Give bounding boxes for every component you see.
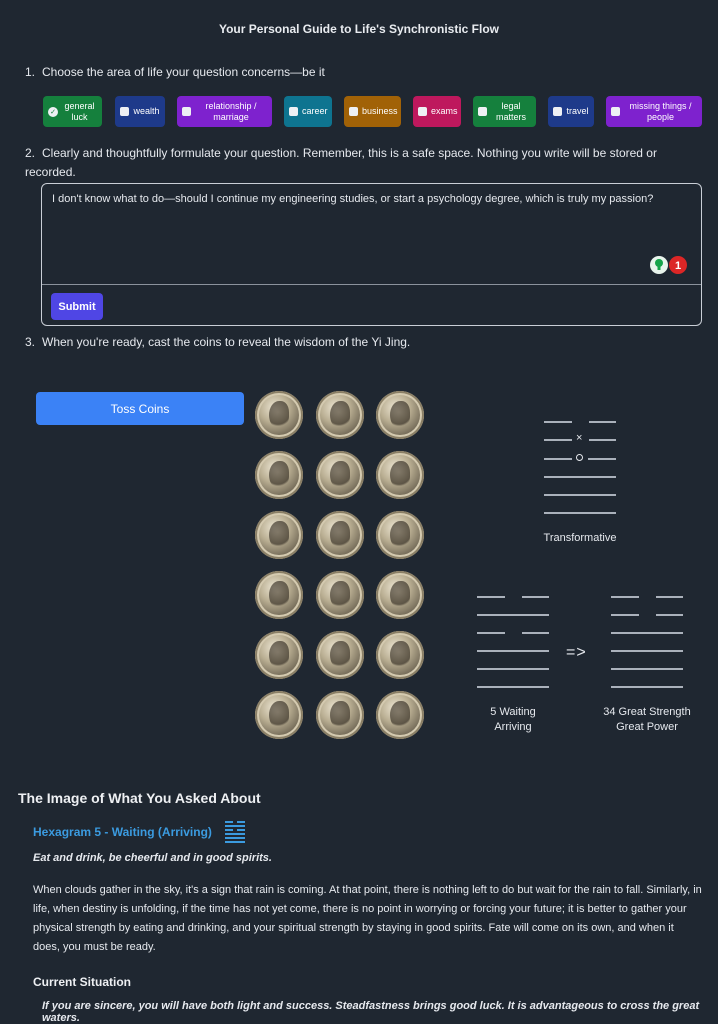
hex-line — [611, 596, 639, 598]
hex-line — [522, 596, 549, 598]
coin — [376, 451, 424, 499]
chip-legal-matters[interactable]: legal matters — [473, 96, 536, 127]
hexagram-title-link[interactable]: Hexagram 5 - Waiting (Arriving) — [33, 825, 212, 839]
coin — [255, 691, 303, 739]
question-textarea[interactable]: I don't know what to do—should I continu… — [52, 193, 672, 205]
hex-line — [544, 512, 616, 514]
cast-hexagram: × — [544, 421, 616, 514]
coin — [316, 571, 364, 619]
hex-line — [588, 458, 616, 460]
coin — [316, 691, 364, 739]
hex-line — [611, 650, 683, 652]
hex-line — [477, 614, 549, 616]
chip-relationship-marriage[interactable]: relationship / marriage — [177, 96, 272, 127]
hex-line — [611, 632, 683, 634]
chip-travel[interactable]: travel — [548, 96, 594, 127]
coin — [316, 631, 364, 679]
checkbox-icon — [289, 107, 298, 116]
chip-exams[interactable]: exams — [413, 96, 461, 127]
hex-line — [611, 668, 683, 670]
transform-arrow: => — [566, 644, 587, 661]
hex-line — [477, 668, 549, 670]
hexagram-icon — [225, 821, 245, 843]
hex-line — [656, 596, 683, 598]
toss-coins-button[interactable]: Toss Coins — [36, 392, 244, 425]
hex-line — [477, 596, 505, 598]
changing-yang-mark-icon — [576, 454, 583, 461]
divider — [42, 284, 701, 285]
coin — [316, 511, 364, 559]
hex-line — [477, 632, 505, 634]
hexagram-to — [611, 596, 683, 688]
hex-line — [477, 650, 549, 652]
current-situation-text: If you are sincere, you will have both l… — [42, 1000, 700, 1024]
checkbox-icon — [349, 107, 358, 116]
chip-wealth[interactable]: wealth — [115, 96, 165, 127]
coin — [376, 391, 424, 439]
checkbox-icon — [120, 107, 129, 116]
hex-line — [544, 421, 572, 423]
checkbox-icon — [418, 107, 427, 116]
coin — [376, 511, 424, 559]
step-1: 1. Choose the area of life your question … — [25, 65, 325, 79]
coin — [376, 691, 424, 739]
hex-line — [477, 686, 549, 688]
step-2: 2. Clearly and thoughtfully formulate you… — [25, 146, 657, 179]
checkbox-icon — [182, 107, 191, 116]
hex-line — [611, 614, 639, 616]
check-icon: ✓ — [48, 106, 58, 117]
chip-career[interactable]: career — [284, 96, 332, 127]
grammar-assistant-badge[interactable]: 1 — [649, 255, 689, 275]
hex-line — [656, 614, 683, 616]
hex-line — [544, 476, 616, 478]
current-situation-heading: Current Situation — [33, 975, 131, 989]
checkbox-icon — [553, 107, 562, 116]
coin — [255, 451, 303, 499]
coin — [255, 511, 303, 559]
chip-missing-things-people[interactable]: missing things / people — [606, 96, 702, 127]
submit-button[interactable]: Submit — [51, 293, 103, 320]
page-title: Your Personal Guide to Life's Synchronis… — [218, 22, 499, 36]
hex-line — [544, 494, 616, 496]
chip-business[interactable]: business — [344, 96, 401, 127]
hex-line — [522, 632, 549, 634]
question-box: I don't know what to do—should I continu… — [41, 183, 702, 326]
coin — [316, 451, 364, 499]
hexagram-to-label: 34 Great Strength Great Power — [603, 706, 691, 733]
coin — [316, 391, 364, 439]
checkbox-icon — [611, 107, 620, 116]
chip-general-luck[interactable]: ✓ general luck — [43, 96, 102, 127]
step-3: 3. When you're ready, cast the coins to r… — [25, 335, 411, 349]
coin — [255, 631, 303, 679]
badge-count: 1 — [675, 260, 681, 272]
coin — [376, 631, 424, 679]
coin — [255, 571, 303, 619]
cast-hexagram-label: Transformative — [543, 532, 617, 544]
reading-heading: The Image of What You Asked About — [18, 790, 261, 806]
hexagram-motto: Eat and drink, be cheerful and in good s… — [33, 852, 272, 864]
coin — [255, 391, 303, 439]
hexagram-from — [477, 596, 549, 688]
coin — [376, 571, 424, 619]
hex-line — [589, 439, 616, 441]
reading-paragraph: When clouds gather in the sky, it's a si… — [33, 884, 702, 953]
hex-line — [544, 439, 572, 441]
hex-line — [611, 686, 683, 688]
hexagram-from-label: 5 Waiting Arriving — [490, 706, 536, 733]
changing-yin-mark-icon: × — [576, 432, 583, 444]
coin-grid — [255, 391, 425, 741]
hex-line — [544, 458, 572, 460]
checkbox-icon — [478, 107, 487, 116]
hex-line — [589, 421, 616, 423]
